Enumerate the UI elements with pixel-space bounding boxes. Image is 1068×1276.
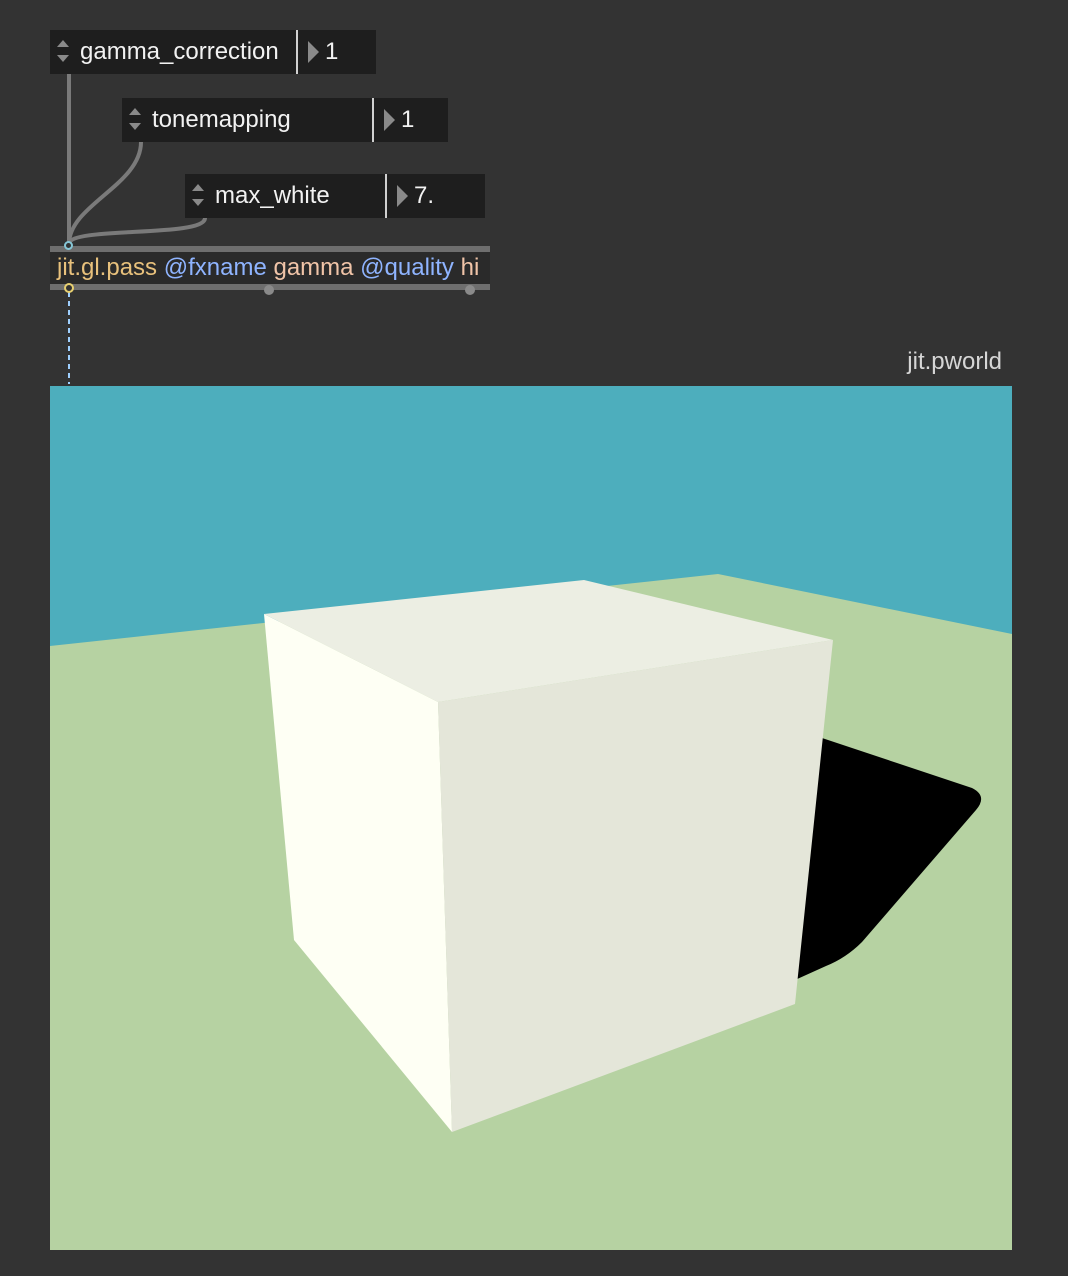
object-arg-quality: hi [460, 254, 480, 281]
pworld-label: jit.pworld [907, 348, 1002, 375]
jit-gl-pass-object[interactable]: jit.gl.pass @fxname gamma @quality hi [50, 246, 490, 290]
stepper-arrows-icon[interactable] [50, 30, 76, 74]
attr-value[interactable]: 1 [298, 30, 376, 74]
object-attr-quality: @quality [360, 254, 454, 281]
attr-value[interactable]: 1 [374, 98, 448, 142]
cord-tonemapping[interactable] [67, 141, 143, 245]
attr-name[interactable]: gamma_correction [76, 30, 296, 74]
attrui-tonemapping[interactable]: tonemapping 1 [122, 98, 448, 142]
attrui-max-white[interactable]: max_white 7. [185, 174, 485, 218]
inlet-icon[interactable] [64, 241, 73, 250]
outlet-icon[interactable] [64, 283, 74, 293]
attr-name[interactable]: tonemapping [148, 98, 372, 142]
stepper-arrows-icon[interactable] [122, 98, 148, 142]
object-attr-fxname: @fxname [163, 254, 267, 281]
outlet-icon[interactable] [264, 285, 274, 295]
object-arg-fxname: gamma [273, 254, 354, 281]
attr-name[interactable]: max_white [211, 174, 385, 218]
cord-max-white[interactable] [67, 217, 207, 245]
triangle-icon [308, 41, 319, 63]
jit-pworld-render-view[interactable] [50, 386, 1012, 1250]
triangle-icon [384, 109, 395, 131]
outlet-icon[interactable] [465, 285, 475, 295]
attr-value[interactable]: 7. [387, 174, 485, 218]
stepper-arrows-icon[interactable] [185, 174, 211, 218]
render-scene [50, 386, 1012, 1250]
triangle-icon [397, 185, 408, 207]
object-class: jit.gl.pass [57, 254, 158, 281]
attrui-gamma-correction[interactable]: gamma_correction 1 [50, 30, 376, 74]
